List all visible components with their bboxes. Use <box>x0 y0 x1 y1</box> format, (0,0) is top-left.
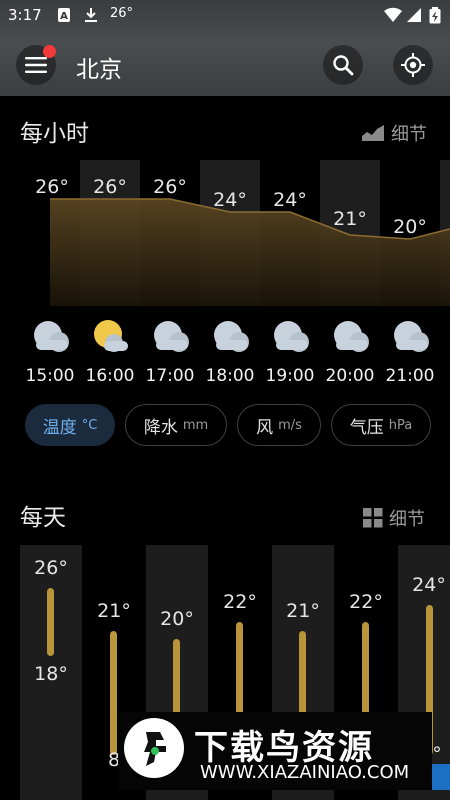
hourly-detail-link[interactable]: 细节 <box>361 120 427 146</box>
city-name[interactable]: 北京 <box>76 50 122 84</box>
crosshair-icon <box>401 53 425 77</box>
grid-icon <box>363 508 383 528</box>
day-high: 26° <box>34 557 68 579</box>
chip-pressure[interactable]: 气压 hPa <box>331 404 431 446</box>
cloud-icon <box>394 321 429 352</box>
hourly-detail-label: 细节 <box>391 124 427 145</box>
hamburger-icon <box>25 57 47 73</box>
svg-text:A: A <box>60 11 68 22</box>
watermark-accent <box>432 764 450 790</box>
status-time: 3:17 <box>8 6 42 24</box>
day-high: 22° <box>349 591 383 613</box>
day-column[interactable]: 26° 18° <box>20 545 82 800</box>
chip-wind[interactable]: 风 m/s <box>237 404 321 446</box>
hourly-chart: 26° 26° 26° 24° 24° 21° 20° <box>0 160 450 306</box>
daily-detail-link[interactable]: 细节 <box>363 505 425 531</box>
chip-unit: mm <box>182 417 209 433</box>
day-high: 24° <box>412 574 446 596</box>
chip-label: 气压 <box>349 417 384 438</box>
day-high: 21° <box>97 600 131 622</box>
hourly-temp: 21° <box>333 208 367 230</box>
hour-time: 20:00 <box>325 366 375 386</box>
daily-title: 每天 <box>20 505 66 531</box>
chip-label: 温度 <box>42 417 77 438</box>
download-icon <box>84 7 98 23</box>
hour-time: 15:00 <box>25 366 75 386</box>
chip-label: 降水 <box>143 417 178 438</box>
daily-detail-label: 细节 <box>389 509 425 530</box>
hour-time: 19:00 <box>265 366 315 386</box>
cloud-icon <box>274 321 309 352</box>
signal-icon <box>406 7 422 23</box>
search-button[interactable] <box>323 45 363 85</box>
battery-icon <box>429 7 441 24</box>
chip-precipitation[interactable]: 降水 mm <box>125 404 227 446</box>
hour-time: 16:00 <box>85 366 135 386</box>
cloud-icon <box>214 321 249 352</box>
hourly-temp: 20° <box>393 216 427 238</box>
hourly-temp: 24° <box>213 189 247 211</box>
app-notification-icon: A <box>57 7 71 23</box>
search-icon <box>333 55 354 76</box>
hourly-temp: 26° <box>153 176 187 198</box>
chip-label: 风 <box>256 417 274 438</box>
hour-time: 21:00 <box>385 366 435 386</box>
app-header: 北京 <box>0 40 450 92</box>
hourly-temp: 26° <box>93 176 127 198</box>
hourly-temp: 24° <box>273 189 307 211</box>
watermark-banner: 下载鸟资源 WWW.XIAZAINIAO.COM <box>118 712 432 790</box>
day-high: 22° <box>223 591 257 613</box>
cloud-icon <box>34 321 69 352</box>
hour-time: 17:00 <box>145 366 195 386</box>
chip-unit: m/s <box>278 417 302 433</box>
status-temperature: 26° <box>110 6 134 21</box>
chart-icon <box>362 125 384 141</box>
status-bar: 3:17 A 26° <box>0 0 450 32</box>
top-bar: 3:17 A 26° 北京 <box>0 0 450 96</box>
cloud-icon <box>334 321 369 352</box>
temp-range-bar <box>47 588 54 656</box>
chip-unit: °C <box>81 417 98 433</box>
hourly-temp: 26° <box>35 176 69 198</box>
bird-logo-icon <box>124 718 184 778</box>
hour-time: 18:00 <box>205 366 255 386</box>
partly-sunny-icon <box>94 320 128 352</box>
wifi-icon <box>384 7 402 23</box>
day-high: 21° <box>286 600 320 622</box>
locate-button[interactable] <box>393 45 433 85</box>
cloud-icon <box>154 321 189 352</box>
chip-temperature[interactable]: 温度 °C <box>25 404 115 446</box>
watermark-url: WWW.XIAZAINIAO.COM <box>200 762 410 783</box>
notification-badge <box>43 45 56 58</box>
day-high: 20° <box>160 608 194 630</box>
hourly-title: 每小时 <box>20 121 89 147</box>
temp-range-bar <box>110 631 117 755</box>
chip-unit: hPa <box>388 417 413 433</box>
day-low: 18° <box>34 663 68 685</box>
